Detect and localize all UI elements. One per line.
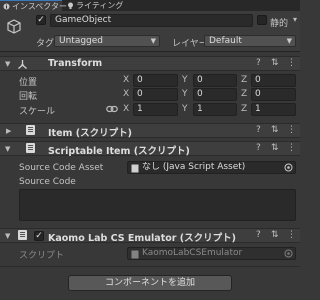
emulator-header[interactable]: ▼ ✓ Kaomo Lab CS Emulator (スクリプト) ? ⇅ ⋮ [0,228,300,244]
help-icon[interactable]: ? [256,143,261,153]
static-checkbox[interactable] [257,15,267,25]
preset-icon[interactable]: ⇅ [271,143,279,153]
object-name-field[interactable]: GameObject [50,14,253,27]
position-y-field[interactable]: 0 [193,74,237,87]
tab-inspector[interactable]: インスペクター [0,0,67,11]
item-title: Item (スクリプト) [48,128,132,139]
scriptable-item-header[interactable]: ▼ Scriptable Item (スクリプト) ? ⇅ ⋮ [0,141,300,157]
help-icon[interactable]: ? [256,230,261,240]
source-code-textarea[interactable] [19,189,296,221]
more-options-icon[interactable]: ⋮ [287,58,296,68]
more-options-icon[interactable]: ⋮ [287,143,296,153]
axis-z-label: Z [241,75,248,85]
axis-x-label: X [123,89,130,99]
position-x-field[interactable]: 0 [133,74,178,87]
axis-y-label: Y [182,104,188,114]
script-icon [26,143,35,156]
tab-lighting[interactable]: ライティング [64,0,124,11]
script-value: KaomoLabCSEmulator [142,248,243,258]
layer-value: Default [209,36,242,46]
active-checkbox[interactable]: ✓ [36,15,46,25]
csharp-script-icon [131,250,139,259]
rotation-z-field[interactable]: 0 [251,88,296,101]
scale-label: スケール [19,107,56,117]
axis-x-label: X [123,75,130,85]
help-icon[interactable]: ? [256,125,261,135]
preset-icon[interactable]: ⇅ [271,58,279,68]
tab-bar: インスペクター ライティング [0,0,300,11]
tag-value: Untagged [59,36,104,46]
transform-icon [17,59,28,73]
more-options-icon[interactable]: ⋮ [287,230,296,240]
rotation-y-field[interactable]: 0 [193,88,237,101]
layer-label: レイヤー [172,39,208,49]
axis-z-label: Z [241,89,248,99]
tag-label: タグ [36,39,55,49]
script-field: KaomoLabCSEmulator [127,247,296,260]
source-code-asset-field[interactable]: なし (Java Script Asset) [127,161,296,174]
foldout-expanded-icon[interactable]: ▼ [5,145,10,153]
link-icon[interactable] [106,104,118,117]
axis-y-label: Y [182,89,188,99]
tab-label: インスペクター [12,2,67,11]
add-component-button[interactable]: コンポーネントを追加 [68,275,232,291]
gameobject-header: ✓ GameObject 静的 ▾ タグ Untagged ▼ レイヤー Def… [0,11,300,52]
rotation-x-field[interactable]: 0 [133,88,178,101]
scale-x-field[interactable]: 1 [133,103,178,116]
chevron-down-icon: ▼ [286,37,292,45]
axis-z-label: Z [241,104,248,114]
foldout-collapsed-icon[interactable]: ▶ [6,127,11,135]
preset-icon[interactable]: ⇅ [271,125,279,135]
more-options-icon[interactable]: ⋮ [287,125,296,135]
info-icon [3,2,10,10]
scale-y-field[interactable]: 1 [193,103,237,116]
gameobject-cube-icon [6,19,22,38]
source-code-label: Source Code [19,177,76,187]
axis-y-label: Y [182,75,188,85]
bulb-icon [67,1,74,9]
tab-label: ライティング [76,1,124,10]
object-picker-icon [284,249,293,259]
script-icon [18,230,27,243]
emulator-title: Kaomo Lab CS Emulator (スクリプト) [48,233,236,244]
script-icon [26,125,35,138]
scale-z-field[interactable]: 1 [251,103,296,116]
object-picker-icon[interactable] [284,163,293,173]
chevron-down-icon: ▼ [150,37,156,45]
help-icon[interactable]: ? [256,58,261,68]
static-dropdown-icon[interactable]: ▾ [293,15,297,24]
foldout-expanded-icon[interactable]: ▼ [5,60,10,68]
foldout-expanded-icon[interactable]: ▼ [5,232,10,240]
preset-icon[interactable]: ⇅ [271,230,279,240]
source-code-asset-value: なし (Java Script Asset) [142,162,246,172]
item-header[interactable]: ▶ Item (スクリプト) ? ⇅ ⋮ [0,123,300,139]
component-enabled-checkbox[interactable]: ✓ [34,231,44,241]
static-label: 静的 [270,19,289,29]
asset-file-icon [131,164,139,173]
scriptable-item-title: Scriptable Item (スクリプト) [48,146,190,157]
tag-dropdown[interactable]: Untagged ▼ [54,35,160,47]
rotation-label: 回転 [19,92,38,102]
position-label: 位置 [19,78,38,88]
axis-x-label: X [123,104,130,114]
position-z-field[interactable]: 0 [251,74,296,87]
layer-dropdown[interactable]: Default ▼ [204,35,296,47]
divider [0,266,300,267]
transform-title: Transform [48,58,103,69]
transform-header[interactable]: ▼ Transform ? ⇅ ⋮ [0,56,300,71]
script-label: スクリプト [19,251,65,261]
source-code-asset-label: Source Code Asset [19,163,104,173]
